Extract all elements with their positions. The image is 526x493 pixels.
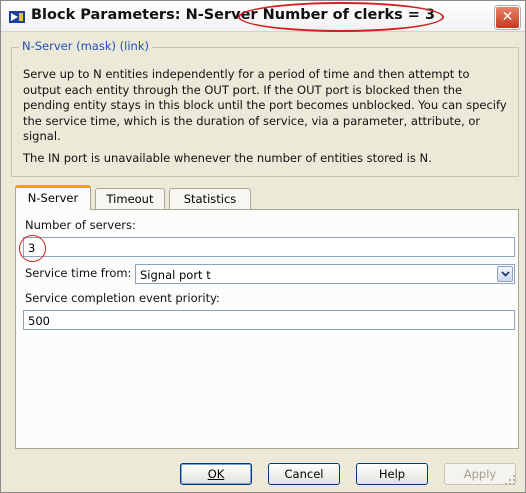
block-parameters-dialog: Block Parameters: N-Server Number of cle… — [0, 0, 526, 493]
service-time-label: Service time from: — [25, 266, 132, 280]
number-of-servers-input[interactable]: 3 — [23, 237, 515, 257]
resize-grip-icon[interactable] — [503, 473, 517, 487]
tab-timeout[interactable]: Timeout — [95, 188, 165, 210]
service-time-value: Signal port t — [140, 268, 211, 282]
number-of-servers-value: 3 — [28, 241, 36, 255]
simulink-block-icon — [9, 10, 25, 24]
tab-n-server[interactable]: N-Server — [15, 185, 91, 210]
priority-label: Service completion event priority: — [25, 291, 220, 305]
window-title: Block Parameters: N-Server Number of cle… — [31, 7, 436, 23]
event-priority-value: 500 — [28, 314, 50, 328]
servers-label: Number of servers: — [25, 218, 136, 232]
close-icon[interactable]: ✕ — [495, 6, 520, 29]
help-button[interactable]: Help — [356, 463, 428, 485]
cancel-button[interactable]: Cancel — [268, 463, 340, 485]
mask-note: The IN port is unavailable whenever the … — [23, 151, 432, 165]
mask-description: Serve up to N entities independently for… — [23, 67, 507, 144]
tab-statistics[interactable]: Statistics — [169, 188, 251, 210]
chevron-down-icon[interactable] — [497, 266, 513, 282]
event-priority-input[interactable]: 500 — [23, 310, 515, 330]
ok-button[interactable]: OK — [180, 463, 252, 485]
service-time-select[interactable]: Signal port t — [135, 264, 515, 284]
title-bar[interactable]: Block Parameters: N-Server Number of cle… — [1, 1, 525, 32]
mask-legend-link[interactable]: N-Server (mask) (link) — [19, 39, 152, 53]
